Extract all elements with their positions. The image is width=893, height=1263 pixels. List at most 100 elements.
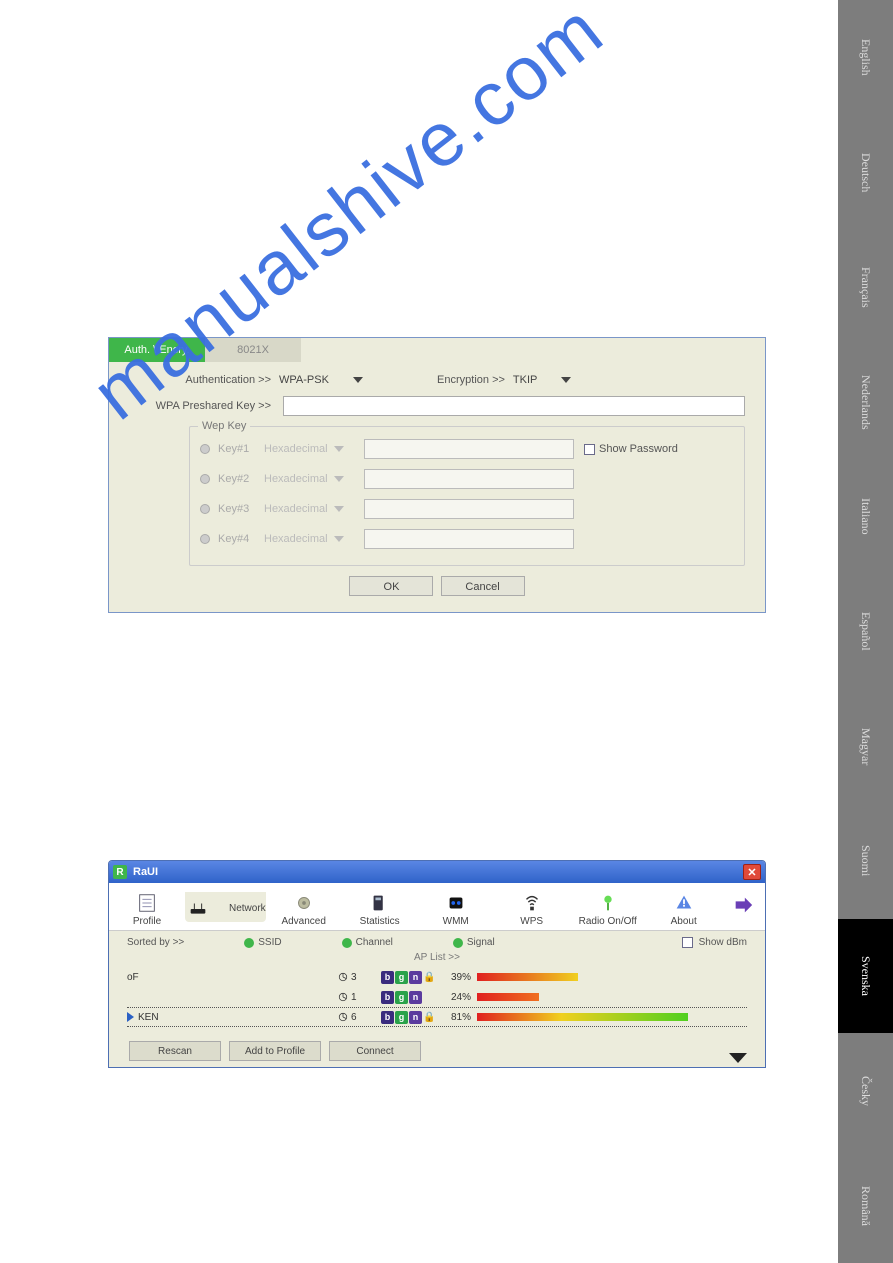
wep-key-group: Wep Key Key#1HexadecimalShow PasswordKey…: [189, 426, 745, 566]
mode-b-icon: b: [381, 991, 394, 1004]
lock-icon: 🔒: [423, 1012, 435, 1023]
wep-format-select[interactable]: Hexadecimal: [264, 533, 354, 545]
ap-modes: bgn🔒: [381, 971, 441, 984]
wep-key-input[interactable]: [364, 439, 574, 459]
wep-radio[interactable]: [200, 504, 210, 514]
signal-bar: [477, 973, 737, 981]
radio-on-off-icon: [570, 890, 646, 916]
wep-radio[interactable]: [200, 474, 210, 484]
wep-key-input[interactable]: [364, 469, 574, 489]
footer-buttons: Rescan Add to Profile Connect: [127, 1041, 423, 1061]
lang-tab-svenska[interactable]: Svenska: [838, 919, 893, 1034]
lang-tab-suomi[interactable]: Suomi: [838, 804, 893, 919]
authentication-select[interactable]: WPA-PSK: [279, 374, 363, 386]
tab-8021x[interactable]: 8021X: [205, 338, 301, 362]
encryption-label: Encryption >>: [423, 374, 513, 386]
toolbar-about[interactable]: About: [646, 886, 722, 927]
mode-b-icon: b: [381, 1011, 394, 1024]
sort-opt-signal[interactable]: Signal: [467, 937, 495, 948]
psk-input[interactable]: [283, 396, 745, 416]
channel-icon: [337, 1011, 349, 1023]
toolbar-wps[interactable]: WPS: [494, 886, 570, 927]
lang-tab-română[interactable]: Română: [838, 1148, 893, 1263]
lang-tab-magyar[interactable]: Magyar: [838, 689, 893, 804]
raui-window: R RaUI ✕ ProfileNetworkAdvancedStatistic…: [108, 860, 766, 1068]
lang-tab-nederlands[interactable]: Nederlands: [838, 344, 893, 459]
sort-opt-channel[interactable]: Channel: [356, 937, 393, 948]
wep-key-input[interactable]: [364, 499, 574, 519]
chevron-down-icon: [334, 446, 344, 452]
ok-button[interactable]: OK: [349, 576, 433, 596]
wep-key-label: Key#3: [218, 503, 264, 515]
wps-icon: [494, 890, 570, 916]
profile-icon: [109, 890, 185, 916]
chevron-down-icon: [334, 506, 344, 512]
psk-label: WPA Preshared Key >>: [129, 400, 279, 412]
app-logo-icon: R: [113, 865, 127, 879]
toolbar-network[interactable]: Network: [185, 892, 266, 922]
wep-rows: Key#1HexadecimalShow PasswordKey#2Hexade…: [200, 439, 734, 549]
wep-legend: Wep Key: [198, 420, 250, 432]
chevron-down-icon: [353, 377, 363, 383]
wep-format-select[interactable]: Hexadecimal: [264, 503, 354, 515]
channel-icon: [337, 991, 349, 1003]
toolbar-advanced[interactable]: Advanced: [266, 886, 342, 927]
toolbar-radio-on-off[interactable]: Radio On/Off: [570, 886, 646, 927]
toolbar-wmm[interactable]: WMM: [418, 886, 494, 927]
lang-tab-english[interactable]: English: [838, 0, 893, 115]
show-password-label: Show Password: [599, 443, 678, 455]
wep-format-select[interactable]: Hexadecimal: [264, 473, 354, 485]
mode-n-icon: n: [409, 1011, 422, 1024]
wep-radio[interactable]: [200, 444, 210, 454]
chevron-down-icon: [334, 536, 344, 542]
ap-channel: 1: [337, 991, 381, 1003]
toolbar-label: About: [646, 916, 722, 927]
show-dbm-checkbox[interactable]: [682, 937, 693, 948]
radio-icon: [342, 938, 352, 948]
encryption-select[interactable]: TKIP: [513, 374, 571, 386]
wep-key-row: Key#1HexadecimalShow Password: [200, 439, 734, 459]
wep-key-row: Key#2Hexadecimal: [200, 469, 734, 489]
mode-g-icon: g: [395, 991, 408, 1004]
mode-n-icon: n: [409, 971, 422, 984]
ap-row[interactable]: oF3bgn🔒39%: [127, 967, 747, 987]
toolbar-label: Profile: [109, 916, 185, 927]
encryption-value: TKIP: [513, 374, 537, 386]
window-title: RaUI: [133, 866, 158, 878]
connect-button[interactable]: Connect: [329, 1041, 421, 1061]
lang-tab-česky[interactable]: Česky: [838, 1033, 893, 1148]
wep-radio[interactable]: [200, 534, 210, 544]
ap-channel: 6: [337, 1011, 381, 1023]
ap-row[interactable]: KEN6bgn🔒81%: [127, 1007, 747, 1027]
sort-opt-ssid[interactable]: SSID: [258, 937, 281, 948]
ap-row[interactable]: 1bgn24%: [127, 987, 747, 1007]
rescan-button[interactable]: Rescan: [129, 1041, 221, 1061]
show-dbm-label: Show dBm: [699, 937, 747, 948]
close-button[interactable]: ✕: [743, 864, 761, 880]
toolbar-statistics[interactable]: Statistics: [342, 886, 418, 927]
lang-tab-deutsch[interactable]: Deutsch: [838, 115, 893, 230]
tab-auth-encry[interactable]: Auth. \ Encry.: [109, 338, 205, 362]
lang-tab-español[interactable]: Español: [838, 574, 893, 689]
ap-modes: bgn🔒: [381, 1011, 441, 1024]
advanced-icon: [266, 890, 342, 916]
toolbar-profile[interactable]: Profile: [109, 886, 185, 927]
wep-key-input[interactable]: [364, 529, 574, 549]
expand-icon[interactable]: [729, 1053, 747, 1063]
lang-tab-italiano[interactable]: Italiano: [838, 459, 893, 574]
toolbar-next-button[interactable]: [729, 894, 757, 919]
authentication-value: WPA-PSK: [279, 374, 329, 386]
selected-indicator-icon: [127, 1012, 134, 1022]
arrow-right-icon: [729, 894, 757, 916]
cancel-button[interactable]: Cancel: [441, 576, 525, 596]
lang-tab-français[interactable]: Français: [838, 230, 893, 345]
toolbar-label: Advanced: [266, 916, 342, 927]
wep-format-select[interactable]: Hexadecimal: [264, 443, 354, 455]
channel-icon: [337, 971, 349, 983]
toolbar-label: WMM: [418, 916, 494, 927]
mode-b-icon: b: [381, 971, 394, 984]
radio-icon: [244, 938, 254, 948]
show-password-checkbox[interactable]: [584, 444, 595, 455]
add-to-profile-button[interactable]: Add to Profile: [229, 1041, 321, 1061]
ap-list-label: AP List >>: [109, 952, 765, 963]
